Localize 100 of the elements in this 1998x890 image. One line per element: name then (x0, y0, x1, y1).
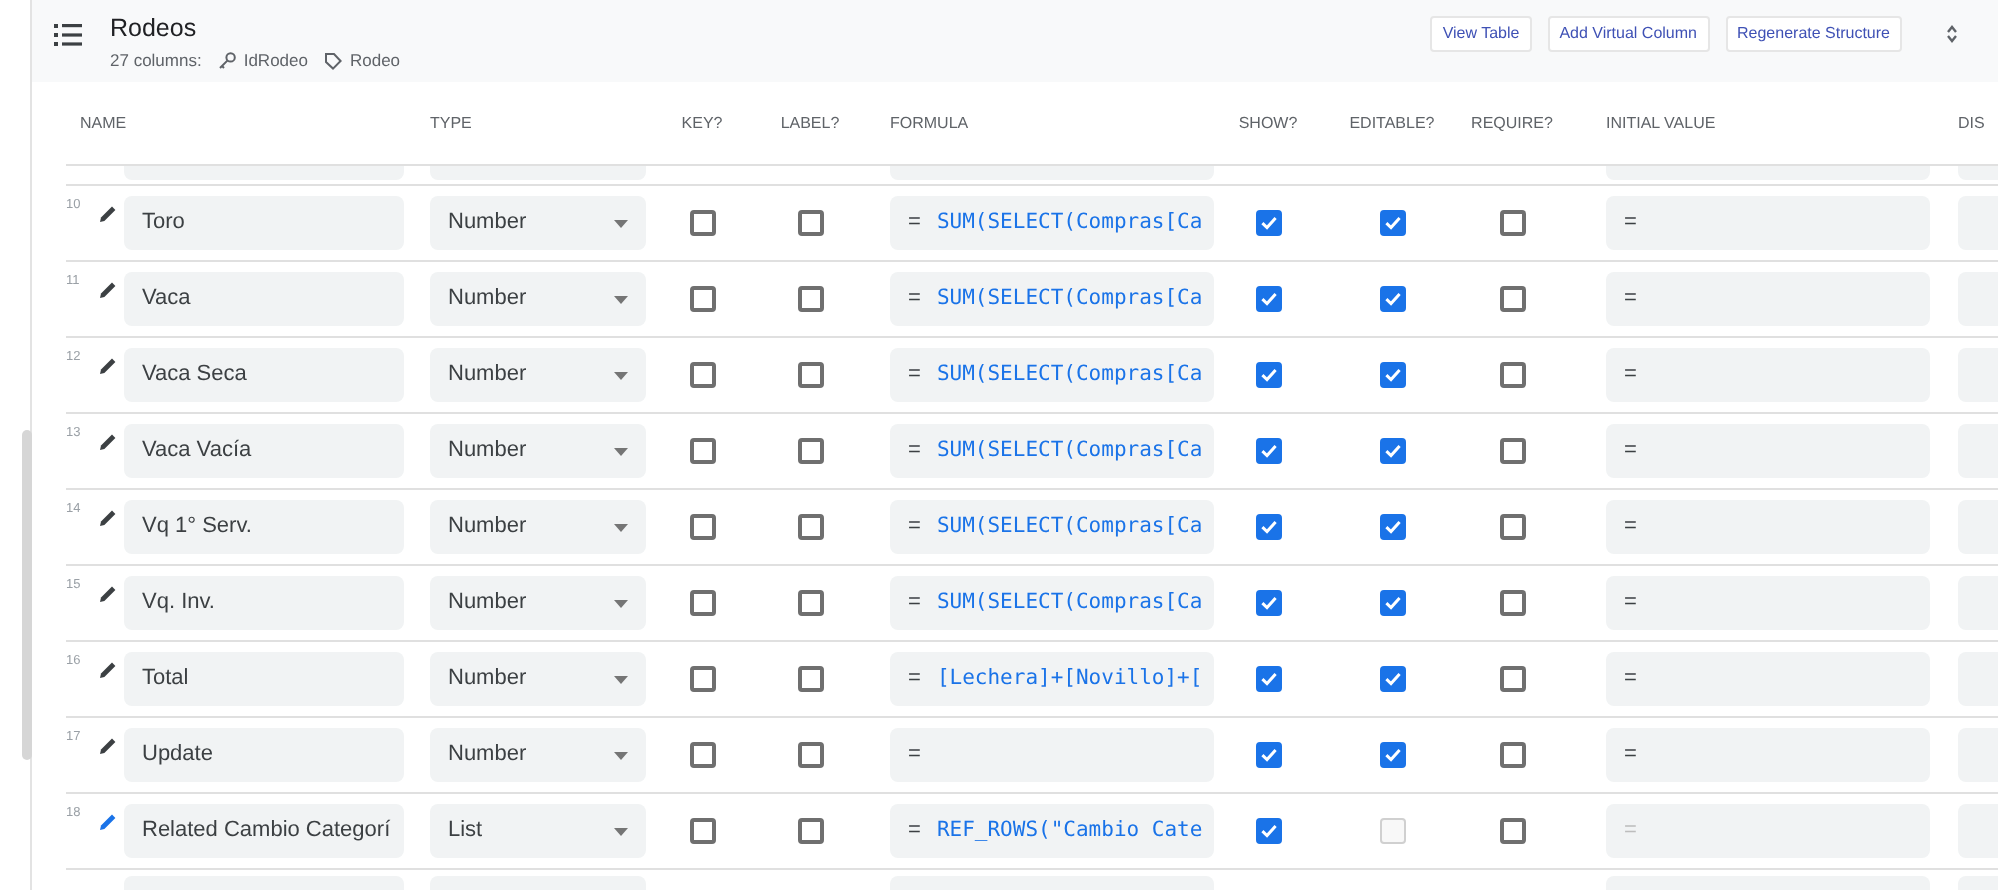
checkbox[interactable] (1255, 742, 1281, 768)
checkbox[interactable] (1499, 514, 1525, 540)
checkbox[interactable] (689, 210, 715, 236)
pencil-icon[interactable] (97, 508, 117, 528)
initial-value-field[interactable]: = (1606, 272, 1930, 326)
pencil-icon[interactable] (97, 356, 117, 376)
pencil-icon[interactable] (97, 812, 117, 832)
initial-value-field[interactable]: = (1606, 348, 1930, 402)
checkbox[interactable] (1255, 286, 1281, 312)
checkbox[interactable] (1379, 362, 1405, 388)
type-field[interactable] (430, 166, 646, 180)
header-button[interactable]: View Table (1430, 16, 1532, 52)
header-button[interactable]: Add Virtual Column (1547, 16, 1709, 52)
checkbox[interactable] (1255, 438, 1281, 464)
type-value: Number (448, 664, 527, 695)
checkbox[interactable] (689, 666, 715, 692)
formula-field[interactable]: = SUM(SELECT(Compras[Ca (890, 424, 1214, 478)
formula-field[interactable]: = (890, 728, 1214, 782)
checkbox[interactable] (797, 210, 823, 236)
sort-icon[interactable] (1946, 24, 1958, 44)
checkbox[interactable] (797, 286, 823, 312)
pencil-icon[interactable] (97, 736, 117, 756)
checkbox[interactable] (797, 438, 823, 464)
name-field[interactable]: Toro (124, 196, 404, 250)
checkbox[interactable] (689, 818, 715, 844)
type-select[interactable]: Number (430, 424, 646, 478)
name-field[interactable] (124, 166, 404, 180)
checkbox[interactable] (689, 438, 715, 464)
type-select[interactable]: Number (430, 348, 646, 402)
initial-value-field[interactable]: = (1606, 424, 1930, 478)
formula-field[interactable] (890, 166, 1214, 180)
checkbox[interactable] (1499, 818, 1525, 844)
name-field[interactable]: Vaca Vacía (124, 424, 404, 478)
name-field[interactable]: Vaca Seca (124, 348, 404, 402)
checkbox[interactable] (797, 742, 823, 768)
header-button[interactable]: Regenerate Structure (1725, 16, 1902, 52)
checkbox[interactable] (1499, 590, 1525, 616)
name-field[interactable]: Vq 1° Serv. (124, 500, 404, 554)
name-field[interactable]: Vq. Inv. (124, 576, 404, 630)
type-select[interactable]: Number (430, 728, 646, 782)
formula-field[interactable]: = SUM(SELECT(Compras[Ca (890, 500, 1214, 554)
name-field[interactable]: Related Cambio Categorí (124, 804, 404, 858)
checkbox[interactable] (1499, 286, 1525, 312)
checkbox[interactable] (1499, 666, 1525, 692)
checkbox[interactable] (1255, 514, 1281, 540)
checkbox[interactable] (1379, 742, 1405, 768)
type-select[interactable]: Number (430, 576, 646, 630)
checkbox[interactable] (1379, 590, 1405, 616)
checkbox[interactable] (689, 742, 715, 768)
checkbox[interactable] (1499, 362, 1525, 388)
formula-field[interactable]: = SUM(SELECT(Compras[Ca (890, 576, 1214, 630)
checkbox[interactable] (1379, 438, 1405, 464)
list-icon[interactable] (54, 24, 82, 46)
formula-field[interactable]: = SUM(SELECT(Compras[Ca (890, 272, 1214, 326)
type-select[interactable]: Number (430, 652, 646, 706)
formula-field[interactable]: = REF_ROWS("Cambio Cate (890, 804, 1214, 858)
pencil-icon[interactable] (97, 432, 117, 452)
key-icon (217, 51, 236, 70)
checkbox[interactable] (797, 590, 823, 616)
checkbox[interactable] (1255, 362, 1281, 388)
checkbox[interactable] (1499, 210, 1525, 236)
checkbox[interactable] (689, 286, 715, 312)
checkbox[interactable] (1255, 590, 1281, 616)
checkbox[interactable] (797, 514, 823, 540)
type-select[interactable]: List (430, 804, 646, 858)
checkbox[interactable] (1255, 818, 1281, 844)
checkbox[interactable] (1379, 286, 1405, 312)
pencil-icon[interactable] (97, 204, 117, 224)
initial-value-field[interactable]: = (1606, 576, 1930, 630)
initial-value-field[interactable]: = (1606, 728, 1930, 782)
initial-value-field[interactable]: = (1606, 652, 1930, 706)
formula-field[interactable]: = [Lechera]+[Novillo]+[ (890, 652, 1214, 706)
checkbox[interactable] (689, 590, 715, 616)
initial-value-field[interactable]: = (1606, 500, 1930, 554)
pencil-icon[interactable] (97, 280, 117, 300)
type-select[interactable]: Number (430, 272, 646, 326)
name-field[interactable]: Total (124, 652, 404, 706)
initial-value-field[interactable]: = (1606, 196, 1930, 250)
checkbox[interactable] (1379, 666, 1405, 692)
formula-field[interactable]: = SUM(SELECT(Compras[Ca (890, 196, 1214, 250)
checkbox[interactable] (1255, 666, 1281, 692)
type-select[interactable]: Number (430, 500, 646, 554)
checkbox[interactable] (797, 362, 823, 388)
checkbox[interactable] (1255, 210, 1281, 236)
initial-value-field[interactable] (1606, 166, 1930, 180)
checkbox[interactable] (1379, 210, 1405, 236)
scrollbar[interactable] (22, 430, 32, 760)
checkbox[interactable] (797, 818, 823, 844)
checkbox[interactable] (1499, 742, 1525, 768)
checkbox[interactable] (689, 514, 715, 540)
pencil-icon[interactable] (97, 660, 117, 680)
checkbox[interactable] (1499, 438, 1525, 464)
checkbox[interactable] (1379, 514, 1405, 540)
type-select[interactable]: Number (430, 196, 646, 250)
pencil-icon[interactable] (97, 584, 117, 604)
checkbox[interactable] (689, 362, 715, 388)
checkbox[interactable] (797, 666, 823, 692)
name-field[interactable]: Vaca (124, 272, 404, 326)
formula-field[interactable]: = SUM(SELECT(Compras[Ca (890, 348, 1214, 402)
name-field[interactable]: Update (124, 728, 404, 782)
